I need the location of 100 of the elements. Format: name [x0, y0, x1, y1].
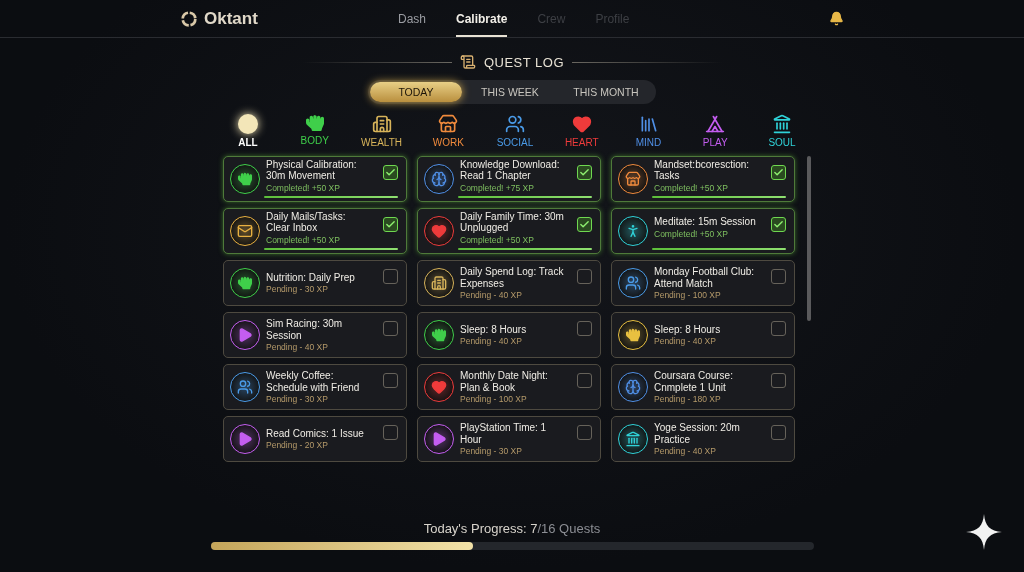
quest-status: Pending - 100 XP	[460, 394, 528, 404]
quest-checkbox[interactable]	[383, 269, 398, 284]
quest-title: Physical Calibration: 30m Movement	[266, 158, 358, 182]
quest-title: PlayStation Time: 1 Hour	[460, 422, 548, 445]
quest-checkbox[interactable]	[383, 425, 398, 440]
nav-tab[interactable]: Dash	[398, 0, 426, 37]
quest-status: Completed! +50 XP	[266, 234, 341, 245]
quest-title: Knowledge Download: Read 1 Chapter	[460, 158, 561, 182]
bell-icon[interactable]	[829, 11, 844, 26]
quest-status: Pending - 180 XP	[654, 394, 722, 404]
quest-card[interactable]: Mandset:bcoresction: Tasks Completed! +50 XP	[611, 156, 795, 202]
quest-checkbox[interactable]	[577, 321, 592, 336]
logo-icon	[180, 9, 198, 28]
quest-title: Daily Family Time: 30m Unplugged	[460, 210, 564, 234]
progress-label: Today's Progress: 7	[423, 521, 538, 536]
brand-name: Oktant	[204, 8, 258, 29]
quest-checkbox[interactable]	[577, 373, 592, 388]
quest-checkbox[interactable]	[771, 217, 786, 232]
quest-checkbox[interactable]	[383, 321, 398, 336]
quest-card[interactable]: Sim Racing: 30m Session Pending - 40 XP	[223, 312, 407, 358]
quest-status: Pending - 30 XP	[266, 394, 329, 404]
quest-status: Completed! +50 XP	[460, 234, 535, 245]
quest-title: Weekly Coffee: Schedule with Friend	[266, 370, 361, 393]
quest-card[interactable]: Coursara Course: Cnmplete 1 Unit Pending - 180 XP	[611, 364, 795, 410]
quest-card[interactable]: Read Comics: 1 Issue Pending - 20 XP	[223, 416, 407, 462]
quest-checkbox[interactable]	[577, 269, 592, 284]
quest-card[interactable]: Physical Calibration: 30m Movement Completed! +50 XP	[223, 156, 407, 202]
quest-card[interactable]: Monthly Date Night: Plan & Book Pending - 100 XP	[417, 364, 601, 410]
category-filter[interactable]: HEART	[553, 114, 610, 148]
quest-card[interactable]: Daily Mails/Tasks: Clear Inbox Completed! +50 XP	[223, 208, 407, 254]
quest-title: Sleep: 8 Hours	[460, 323, 528, 336]
quest-card[interactable]: Sleep: 8 Hours Pending - 40 XP	[417, 312, 601, 358]
quest-status: Pending - 40 XP	[460, 290, 523, 300]
quest-card[interactable]: PlayStation Time: 1 Hour Pending - 30 XP	[417, 416, 601, 462]
quest-checkbox[interactable]	[771, 321, 786, 336]
quest-status: Pending - 30 XP	[266, 284, 329, 295]
check-icon	[385, 219, 396, 230]
check-icon	[579, 219, 590, 230]
category-filter[interactable]: ALL	[220, 114, 276, 148]
quest-title: Yoge Session: 20m Practice	[654, 422, 741, 445]
check-icon	[773, 167, 784, 178]
nav-tab[interactable]: Calibrate	[456, 0, 508, 37]
quest-title: Daily Mails/Tasks: Clear Inbox	[266, 210, 347, 234]
quest-checkbox[interactable]	[383, 217, 398, 232]
quest-status: Pending - 100 XP	[654, 290, 722, 300]
quest-card[interactable]: Daily Family Time: 30m Unplugged Completed! +50 XP	[417, 208, 601, 254]
quest-status: Completed! +50 XP	[266, 182, 341, 193]
quest-title: Sleep: 8 Hours	[654, 323, 722, 336]
quest-title: Sim Racing: 30m Session	[266, 318, 344, 341]
check-icon	[773, 219, 784, 230]
quest-checkbox[interactable]	[577, 425, 592, 440]
progress-total: /16 Quests	[537, 521, 601, 536]
period-tab[interactable]: THIS WEEK	[462, 82, 558, 102]
quest-card[interactable]: Yoge Session: 20m Practice Pending - 40 XP	[611, 416, 795, 462]
quest-status: Pending - 40 XP	[654, 336, 717, 347]
quest-checkbox[interactable]	[771, 165, 786, 180]
quest-card[interactable]: Weekly Coffee: Schedule with Friend Pending - 30 XP	[223, 364, 407, 410]
category-filter[interactable]: WEALTH	[353, 114, 410, 148]
quest-title: Read Comics: 1 Issue	[266, 427, 365, 440]
quest-title: Nutrition: Daily Prep	[266, 271, 356, 284]
quest-checkbox[interactable]	[383, 165, 398, 180]
period-tab[interactable]: TODAY	[370, 82, 462, 102]
check-icon	[579, 167, 590, 178]
category-filter[interactable]: MIND	[620, 114, 677, 148]
quest-checkbox[interactable]	[771, 425, 786, 440]
quest-card[interactable]: Nutrition: Daily Prep Pending - 30 XP	[223, 260, 407, 306]
section-title: QUEST LOG	[483, 54, 565, 70]
quest-title: Coursara Course: Cnmplete 1 Unit	[654, 370, 734, 393]
category-filter[interactable]: SOCIAL	[487, 114, 543, 148]
quest-checkbox[interactable]	[383, 373, 398, 388]
quest-status: Completed! +75 XP	[460, 182, 535, 193]
category-filter[interactable]: BODY	[286, 114, 343, 148]
quest-status: Completed! +50 XP	[654, 228, 729, 239]
quest-status: Completed! +50 XP	[654, 182, 729, 193]
quest-card[interactable]: Knowledge Download: Read 1 Chapter Completed! +75 XP	[417, 156, 601, 202]
quest-card[interactable]: Meditate: 15m Session Completed! +50 XP	[611, 208, 795, 254]
scroll-icon	[459, 54, 476, 70]
quest-status: Pending - 20 XP	[266, 440, 329, 451]
quest-status: Pending - 40 XP	[460, 336, 523, 347]
quest-title: Daily Spend Log: Track Expenses	[460, 266, 564, 289]
quest-checkbox[interactable]	[577, 217, 592, 232]
quest-title: Meditate: 15m Session	[654, 216, 757, 228]
category-filter[interactable]: SOUL	[754, 114, 810, 148]
period-tab[interactable]: THIS MONTH	[558, 82, 654, 102]
quest-checkbox[interactable]	[771, 269, 786, 284]
quest-card[interactable]: Monday Football Club: Attend Match Pending - 100 XP	[611, 260, 795, 306]
sparkle-icon[interactable]	[966, 514, 1002, 550]
quest-card[interactable]: Sleep: 8 Hours Pending - 40 XP	[611, 312, 795, 358]
scrollbar[interactable]	[807, 156, 811, 321]
quest-title: Mandset:bcoresction: Tasks	[654, 158, 751, 182]
quest-checkbox[interactable]	[771, 373, 786, 388]
quest-status: Pending - 30 XP	[460, 446, 523, 456]
quest-status: Pending - 40 XP	[654, 446, 717, 456]
category-filter[interactable]: PLAY	[687, 114, 744, 148]
quest-card[interactable]: Daily Spend Log: Track Expenses Pending - 40 XP	[417, 260, 601, 306]
quest-checkbox[interactable]	[577, 165, 592, 180]
quest-status: Pending - 40 XP	[266, 342, 329, 352]
quest-title: Monday Football Club: Attend Match	[654, 266, 756, 289]
category-filter[interactable]: WORK	[420, 114, 477, 148]
check-icon	[385, 167, 396, 178]
